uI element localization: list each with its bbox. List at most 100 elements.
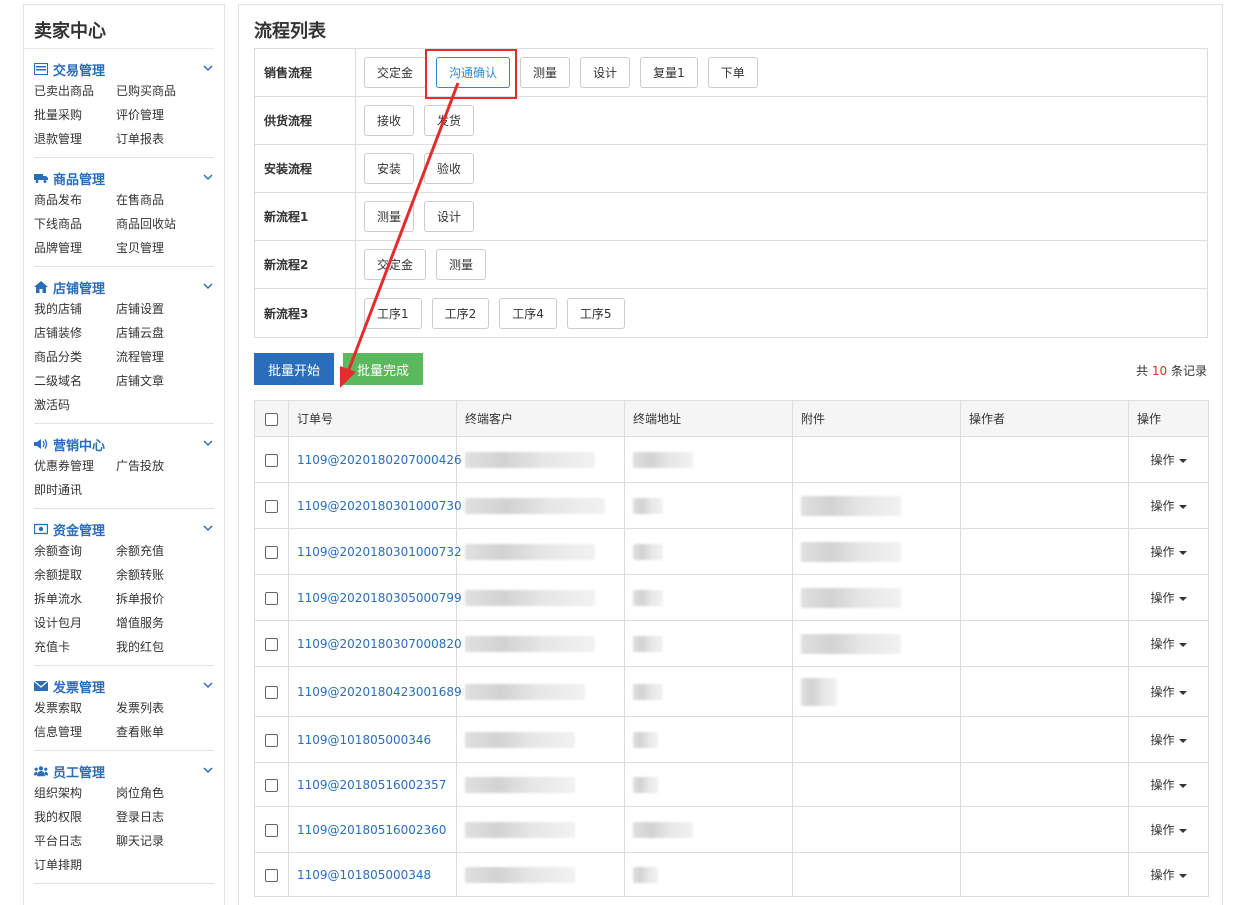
order-number-link[interactable]: 1109@2020180207000426: [297, 453, 462, 467]
sidebar-link[interactable]: 品牌管理: [34, 238, 116, 258]
sidebar-link[interactable]: 我的权限: [34, 807, 116, 827]
chevron-down-icon[interactable]: [202, 62, 214, 77]
order-number-link[interactable]: 1109@20180516002357: [297, 778, 446, 792]
table-row[interactable]: 1109@101805000348 操作: [254, 852, 1209, 897]
sidebar-link[interactable]: 已卖出商品: [34, 81, 116, 101]
sidebar-link[interactable]: 流程管理: [116, 347, 198, 367]
sidebar-link[interactable]: 下线商品: [34, 214, 116, 234]
table-row[interactable]: 1109@2020180423001689 操作: [254, 666, 1209, 717]
sidebar-link[interactable]: 商品分类: [34, 347, 116, 367]
order-number-link[interactable]: 1109@101805000348: [297, 868, 431, 882]
action-dropdown[interactable]: 操作: [1128, 482, 1209, 529]
sidebar-link[interactable]: 查看账单: [116, 722, 198, 742]
row-checkbox[interactable]: [265, 545, 278, 559]
select-all-checkbox[interactable]: [265, 412, 278, 426]
sidebar-link[interactable]: 聊天记录: [116, 831, 198, 851]
sidebar-link[interactable]: 商品回收站: [116, 214, 198, 234]
sidebar-section-header[interactable]: 商品管理: [34, 170, 214, 188]
sidebar-link[interactable]: 设计包月: [34, 613, 116, 633]
flow-step-button[interactable]: 发货: [424, 105, 475, 136]
action-dropdown[interactable]: 操作: [1128, 574, 1209, 621]
flow-step-button[interactable]: 设计: [424, 201, 475, 232]
sidebar-link[interactable]: 即时通讯: [34, 480, 116, 500]
sidebar-link[interactable]: 订单排期: [34, 855, 116, 875]
sidebar-link[interactable]: 优惠券管理: [34, 456, 116, 476]
sidebar-link[interactable]: 评价管理: [116, 105, 198, 125]
flow-step-button[interactable]: 验收: [424, 153, 475, 184]
batch-start-button[interactable]: 批量开始: [254, 353, 334, 385]
sidebar-section-header[interactable]: 资金管理: [34, 521, 214, 539]
order-number-link[interactable]: 1109@101805000346: [297, 733, 431, 747]
sidebar-link[interactable]: 信息管理: [34, 722, 116, 742]
chevron-down-icon[interactable]: [202, 764, 214, 779]
sidebar-link[interactable]: 激活码: [34, 395, 116, 415]
sidebar-link[interactable]: 拆单报价: [116, 589, 198, 609]
flow-step-button[interactable]: 工序1: [364, 297, 422, 329]
sidebar-link[interactable]: 岗位角色: [116, 783, 198, 803]
sidebar-link[interactable]: 在售商品: [116, 190, 198, 210]
flow-step-button[interactable]: 测量: [520, 57, 571, 88]
sidebar-link[interactable]: 店铺设置: [116, 299, 198, 319]
flow-step-button[interactable]: 接收: [364, 105, 415, 136]
action-dropdown[interactable]: 操作: [1128, 666, 1209, 717]
flow-step-button[interactable]: 工序4: [499, 297, 557, 329]
flow-step-button[interactable]: 工序2: [431, 297, 490, 329]
sidebar-link[interactable]: 广告投放: [116, 456, 198, 476]
row-checkbox[interactable]: [265, 733, 278, 747]
sidebar-link[interactable]: 我的店铺: [34, 299, 116, 319]
order-number-link[interactable]: 1109@2020180307000820: [297, 637, 462, 651]
table-row[interactable]: 1109@2020180307000820 操作: [254, 620, 1209, 667]
sidebar-link[interactable]: 已购买商品: [116, 81, 198, 101]
sidebar-section-header[interactable]: 营销中心: [34, 436, 214, 454]
order-number-link[interactable]: 1109@2020180301000730: [297, 499, 462, 513]
flow-step-button[interactable]: 交定金: [364, 57, 427, 88]
row-checkbox[interactable]: [265, 778, 278, 792]
row-checkbox[interactable]: [265, 453, 278, 467]
table-row[interactable]: 1109@2020180207000426 操作: [254, 436, 1209, 483]
sidebar-link[interactable]: 组织架构: [34, 783, 116, 803]
sidebar-link[interactable]: 店铺文章: [116, 371, 198, 391]
sidebar-link[interactable]: 平台日志: [34, 831, 116, 851]
flow-step-button[interactable]: 交定金: [364, 249, 427, 280]
flow-step-button[interactable]: 复量1: [640, 57, 698, 88]
action-dropdown[interactable]: 操作: [1128, 762, 1209, 807]
sidebar-link[interactable]: 订单报表: [116, 129, 198, 149]
action-dropdown[interactable]: 操作: [1128, 716, 1209, 763]
sidebar-section-header[interactable]: 员工管理: [34, 763, 214, 781]
table-row[interactable]: 1109@2020180305000799 操作: [254, 574, 1209, 621]
sidebar-link[interactable]: 余额查询: [34, 541, 116, 561]
sidebar-link[interactable]: 我的红包: [116, 637, 198, 657]
order-number-link[interactable]: 1109@20180516002360: [297, 823, 446, 837]
sidebar-link[interactable]: 发票列表: [116, 698, 198, 718]
chevron-down-icon[interactable]: [202, 171, 214, 186]
sidebar-section-header[interactable]: 店铺管理: [34, 279, 214, 297]
action-dropdown[interactable]: 操作: [1128, 620, 1209, 667]
action-dropdown[interactable]: 操作: [1128, 436, 1209, 483]
action-dropdown[interactable]: 操作: [1128, 852, 1209, 897]
row-checkbox[interactable]: [265, 868, 278, 882]
flow-step-button[interactable]: 设计: [580, 57, 631, 88]
order-number-link[interactable]: 1109@2020180305000799: [297, 591, 462, 605]
sidebar-link[interactable]: 余额充值: [116, 541, 198, 561]
table-row[interactable]: 1109@20180516002357 操作: [254, 762, 1209, 807]
sidebar-link[interactable]: 余额提取: [34, 565, 116, 585]
chevron-down-icon[interactable]: [202, 522, 214, 537]
table-row[interactable]: 1109@2020180301000732 操作: [254, 528, 1209, 575]
sidebar-link[interactable]: 增值服务: [116, 613, 198, 633]
sidebar-link[interactable]: 宝贝管理: [116, 238, 198, 258]
flow-step-button[interactable]: 下单: [707, 57, 758, 88]
sidebar-link[interactable]: 店铺云盘: [116, 323, 198, 343]
sidebar-link[interactable]: 二级域名: [34, 371, 116, 391]
sidebar-link[interactable]: 发票索取: [34, 698, 116, 718]
row-checkbox[interactable]: [265, 685, 278, 699]
row-checkbox[interactable]: [265, 637, 278, 651]
sidebar-link[interactable]: 充值卡: [34, 637, 116, 657]
order-number-link[interactable]: 1109@2020180301000732: [297, 545, 462, 559]
row-checkbox[interactable]: [265, 823, 278, 837]
row-checkbox[interactable]: [265, 591, 278, 605]
flow-step-button[interactable]: 工序5: [566, 297, 625, 329]
sidebar-section-header[interactable]: 发票管理: [34, 678, 214, 696]
table-row[interactable]: 1109@101805000346 操作: [254, 716, 1209, 763]
sidebar-section-header[interactable]: 交易管理: [34, 61, 214, 79]
sidebar-link[interactable]: 店铺装修: [34, 323, 116, 343]
